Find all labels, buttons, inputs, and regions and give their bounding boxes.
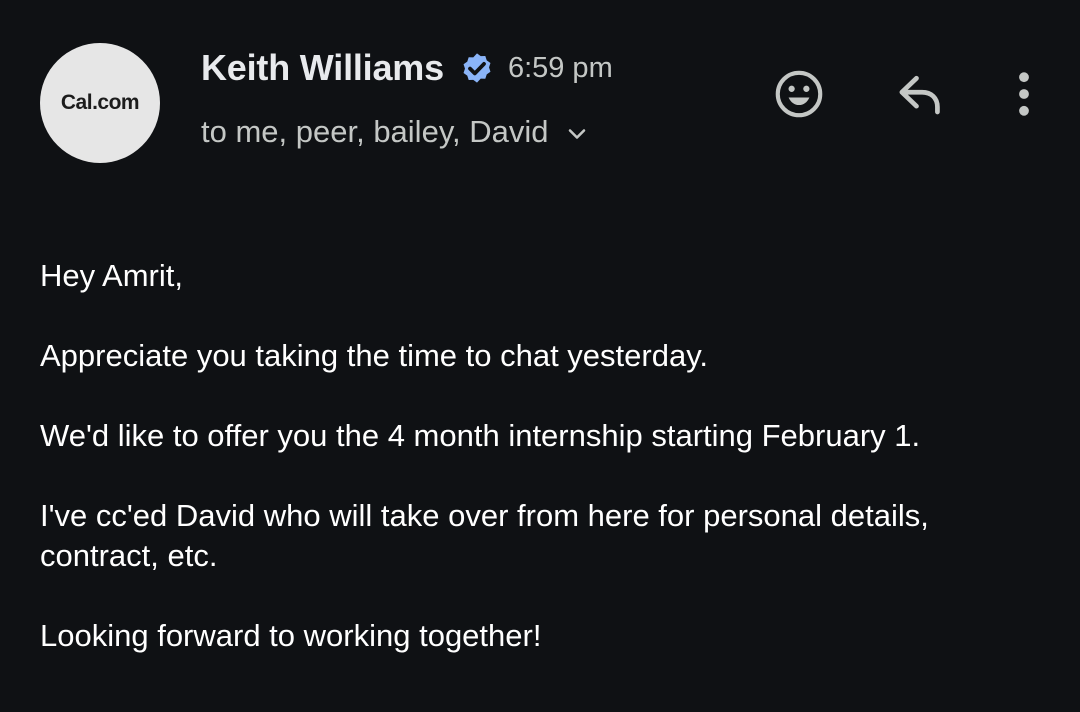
avatar[interactable]: Cal.com xyxy=(40,43,160,163)
timestamp: 6:59 pm xyxy=(507,51,613,84)
message-paragraph: Hey Amrit, xyxy=(40,258,183,293)
more-vert-icon xyxy=(1019,72,1029,116)
avatar-logo-text: Cal.com xyxy=(60,91,140,114)
message-paragraph: I've cc'ed David who will take over from… xyxy=(40,498,938,573)
reply-button[interactable] xyxy=(893,66,949,122)
message-paragraph: Appreciate you taking the time to chat y… xyxy=(40,338,709,373)
add-reaction-button[interactable] xyxy=(771,66,827,122)
message-paragraph: Looking forward to working together! xyxy=(40,618,542,653)
smiley-icon xyxy=(775,70,823,118)
chevron-down-icon xyxy=(568,129,585,139)
email-header: Cal.com Keith Williams 6:59 pm to me, pe… xyxy=(0,0,1080,190)
email-view: Cal.com Keith Williams 6:59 pm to me, pe… xyxy=(0,0,1080,712)
more-options-button[interactable] xyxy=(996,66,1052,122)
reply-icon xyxy=(899,75,940,115)
sender-row: Keith Williams 6:59 pm xyxy=(201,44,613,92)
message-body: Hey Amrit, Appreciate you taking the tim… xyxy=(40,256,1040,696)
verified-icon xyxy=(463,53,491,83)
sender-name[interactable]: Keith Williams xyxy=(201,47,444,89)
recipients-toggle[interactable]: to me, peer, bailey, David xyxy=(201,110,591,154)
recipients-list: to me, peer, bailey, David xyxy=(201,114,549,149)
message-paragraph: We'd like to offer you the 4 month inter… xyxy=(40,418,921,453)
